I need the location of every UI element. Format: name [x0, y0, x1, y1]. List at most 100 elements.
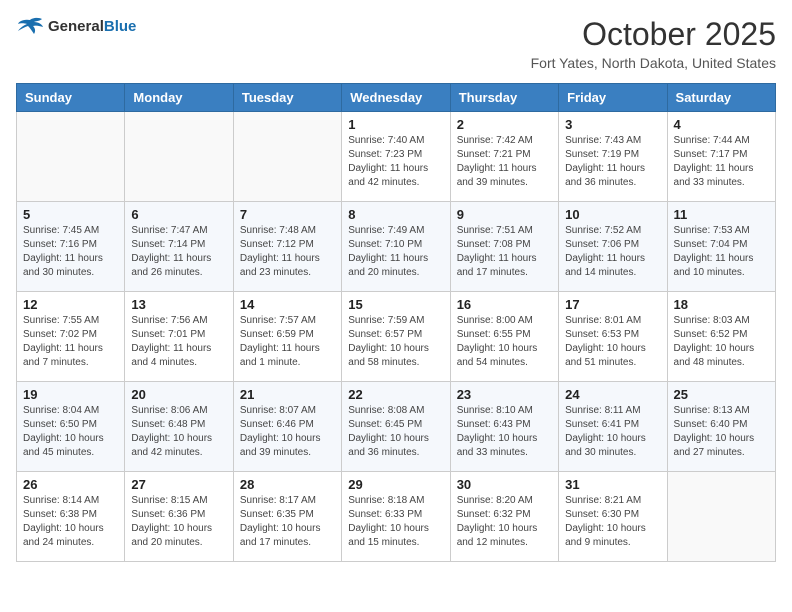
- day-number: 17: [565, 297, 660, 312]
- calendar-cell: 10 Sunrise: 7:52 AM Sunset: 7:06 PM Dayli…: [559, 202, 667, 292]
- day-number: 13: [131, 297, 226, 312]
- weekday-header-monday: Monday: [125, 84, 233, 112]
- day-info: Sunrise: 7:42 AM Sunset: 7:21 PM Dayligh…: [457, 134, 552, 190]
- weekday-header-saturday: Saturday: [667, 84, 775, 112]
- day-info: Sunrise: 8:00 AM Sunset: 6:55 PM Dayligh…: [457, 314, 552, 370]
- day-info: Sunrise: 7:51 AM Sunset: 7:08 PM Dayligh…: [457, 224, 552, 280]
- day-info: Sunrise: 8:04 AM Sunset: 6:50 PM Dayligh…: [23, 404, 118, 460]
- calendar-cell: 16 Sunrise: 8:00 AM Sunset: 6:55 PM Dayli…: [450, 292, 558, 382]
- calendar-cell: [17, 112, 125, 202]
- logo-blue: Blue: [104, 18, 137, 35]
- day-number: 14: [240, 297, 335, 312]
- calendar-week-1: 1Sunrise: 7:40 AM Sunset: 7:23 PM Daylig…: [17, 112, 776, 202]
- calendar-cell: 20Sunrise: 8:06 AM Sunset: 6:48 PM Dayli…: [125, 382, 233, 472]
- calendar-cell: 21 Sunrise: 8:07 AM Sunset: 6:46 PM Dayli…: [233, 382, 341, 472]
- calendar-cell: 13 Sunrise: 7:56 AM Sunset: 7:01 PM Dayli…: [125, 292, 233, 382]
- day-number: 11: [674, 207, 769, 222]
- calendar-cell: 18 Sunrise: 8:03 AM Sunset: 6:52 PM Dayli…: [667, 292, 775, 382]
- weekday-header-friday: Friday: [559, 84, 667, 112]
- day-info: Sunrise: 8:01 AM Sunset: 6:53 PM Dayligh…: [565, 314, 660, 370]
- calendar-cell: 1Sunrise: 7:40 AM Sunset: 7:23 PM Daylig…: [342, 112, 450, 202]
- calendar-cell: 26 Sunrise: 8:14 AM Sunset: 6:38 PM Dayli…: [17, 472, 125, 562]
- calendar-cell: 27 Sunrise: 8:15 AM Sunset: 6:36 PM Dayli…: [125, 472, 233, 562]
- day-number: 25: [674, 387, 769, 402]
- logo-general: General: [48, 18, 104, 35]
- calendar-cell: 14 Sunrise: 7:57 AM Sunset: 6:59 PM Dayli…: [233, 292, 341, 382]
- weekday-header-thursday: Thursday: [450, 84, 558, 112]
- calendar-table: SundayMondayTuesdayWednesdayThursdayFrid…: [16, 83, 776, 562]
- day-number: 26: [23, 477, 118, 492]
- title-block: October 2025 Fort Yates, North Dakota, U…: [531, 16, 776, 71]
- day-info: Sunrise: 8:15 AM Sunset: 6:36 PM Dayligh…: [131, 494, 226, 550]
- day-info: Sunrise: 7:59 AM Sunset: 6:57 PM Dayligh…: [348, 314, 443, 370]
- day-number: 2: [457, 117, 552, 132]
- calendar-cell: 23 Sunrise: 8:10 AM Sunset: 6:43 PM Dayli…: [450, 382, 558, 472]
- day-info: Sunrise: 7:52 AM Sunset: 7:06 PM Dayligh…: [565, 224, 660, 280]
- day-info: Sunrise: 7:49 AM Sunset: 7:10 PM Dayligh…: [348, 224, 443, 280]
- day-number: 12: [23, 297, 118, 312]
- day-info: Sunrise: 8:20 AM Sunset: 6:32 PM Dayligh…: [457, 494, 552, 550]
- day-number: 18: [674, 297, 769, 312]
- weekday-header-wednesday: Wednesday: [342, 84, 450, 112]
- day-number: 24: [565, 387, 660, 402]
- logo-text: GeneralBlue: [48, 18, 136, 36]
- calendar-cell: 28Sunrise: 8:17 AM Sunset: 6:35 PM Dayli…: [233, 472, 341, 562]
- calendar-header-row: SundayMondayTuesdayWednesdayThursdayFrid…: [17, 84, 776, 112]
- day-info: Sunrise: 8:03 AM Sunset: 6:52 PM Dayligh…: [674, 314, 769, 370]
- calendar-cell: 22 Sunrise: 8:08 AM Sunset: 6:45 PM Dayli…: [342, 382, 450, 472]
- day-number: 5: [23, 207, 118, 222]
- location: Fort Yates, North Dakota, United States: [531, 55, 776, 71]
- day-info: Sunrise: 8:10 AM Sunset: 6:43 PM Dayligh…: [457, 404, 552, 460]
- day-info: Sunrise: 8:07 AM Sunset: 6:46 PM Dayligh…: [240, 404, 335, 460]
- calendar-cell: 9 Sunrise: 7:51 AM Sunset: 7:08 PM Daylig…: [450, 202, 558, 292]
- day-number: 10: [565, 207, 660, 222]
- calendar-cell: 15 Sunrise: 7:59 AM Sunset: 6:57 PM Dayli…: [342, 292, 450, 382]
- calendar-cell: 4Sunrise: 7:44 AM Sunset: 7:17 PM Daylig…: [667, 112, 775, 202]
- page-header: GeneralBlue October 2025 Fort Yates, Nor…: [16, 16, 776, 71]
- calendar-cell: 8 Sunrise: 7:49 AM Sunset: 7:10 PM Daylig…: [342, 202, 450, 292]
- day-number: 1: [348, 117, 443, 132]
- day-number: 9: [457, 207, 552, 222]
- calendar-cell: 6 Sunrise: 7:47 AM Sunset: 7:14 PM Daylig…: [125, 202, 233, 292]
- calendar-cell: 3Sunrise: 7:43 AM Sunset: 7:19 PM Daylig…: [559, 112, 667, 202]
- day-info: Sunrise: 8:13 AM Sunset: 6:40 PM Dayligh…: [674, 404, 769, 460]
- day-number: 6: [131, 207, 226, 222]
- weekday-header-tuesday: Tuesday: [233, 84, 341, 112]
- day-info: Sunrise: 7:45 AM Sunset: 7:16 PM Dayligh…: [23, 224, 118, 280]
- day-number: 7: [240, 207, 335, 222]
- calendar-cell: 25 Sunrise: 8:13 AM Sunset: 6:40 PM Dayli…: [667, 382, 775, 472]
- day-number: 15: [348, 297, 443, 312]
- day-number: 16: [457, 297, 552, 312]
- day-number: 21: [240, 387, 335, 402]
- calendar-cell: 2 Sunrise: 7:42 AM Sunset: 7:21 PM Daylig…: [450, 112, 558, 202]
- day-info: Sunrise: 8:14 AM Sunset: 6:38 PM Dayligh…: [23, 494, 118, 550]
- day-number: 29: [348, 477, 443, 492]
- day-info: Sunrise: 7:44 AM Sunset: 7:17 PM Dayligh…: [674, 134, 769, 190]
- calendar-cell: [125, 112, 233, 202]
- day-info: Sunrise: 8:06 AM Sunset: 6:48 PM Dayligh…: [131, 404, 226, 460]
- day-info: Sunrise: 7:56 AM Sunset: 7:01 PM Dayligh…: [131, 314, 226, 370]
- day-info: Sunrise: 8:21 AM Sunset: 6:30 PM Dayligh…: [565, 494, 660, 550]
- calendar-cell: 17 Sunrise: 8:01 AM Sunset: 6:53 PM Dayli…: [559, 292, 667, 382]
- calendar-cell: 5 Sunrise: 7:45 AM Sunset: 7:16 PM Daylig…: [17, 202, 125, 292]
- logo-bird-icon: [16, 16, 44, 38]
- calendar-cell: [667, 472, 775, 562]
- day-info: Sunrise: 7:47 AM Sunset: 7:14 PM Dayligh…: [131, 224, 226, 280]
- calendar-cell: 24Sunrise: 8:11 AM Sunset: 6:41 PM Dayli…: [559, 382, 667, 472]
- calendar-cell: 7 Sunrise: 7:48 AM Sunset: 7:12 PM Daylig…: [233, 202, 341, 292]
- day-info: Sunrise: 8:08 AM Sunset: 6:45 PM Dayligh…: [348, 404, 443, 460]
- day-info: Sunrise: 7:48 AM Sunset: 7:12 PM Dayligh…: [240, 224, 335, 280]
- logo: GeneralBlue: [16, 16, 136, 38]
- calendar-cell: 12Sunrise: 7:55 AM Sunset: 7:02 PM Dayli…: [17, 292, 125, 382]
- day-info: Sunrise: 8:17 AM Sunset: 6:35 PM Dayligh…: [240, 494, 335, 550]
- day-number: 31: [565, 477, 660, 492]
- day-info: Sunrise: 7:57 AM Sunset: 6:59 PM Dayligh…: [240, 314, 335, 370]
- day-info: Sunrise: 7:43 AM Sunset: 7:19 PM Dayligh…: [565, 134, 660, 190]
- calendar-cell: 31 Sunrise: 8:21 AM Sunset: 6:30 PM Dayli…: [559, 472, 667, 562]
- calendar-cell: 11Sunrise: 7:53 AM Sunset: 7:04 PM Dayli…: [667, 202, 775, 292]
- day-number: 22: [348, 387, 443, 402]
- day-number: 8: [348, 207, 443, 222]
- day-number: 23: [457, 387, 552, 402]
- day-number: 27: [131, 477, 226, 492]
- calendar-cell: 30Sunrise: 8:20 AM Sunset: 6:32 PM Dayli…: [450, 472, 558, 562]
